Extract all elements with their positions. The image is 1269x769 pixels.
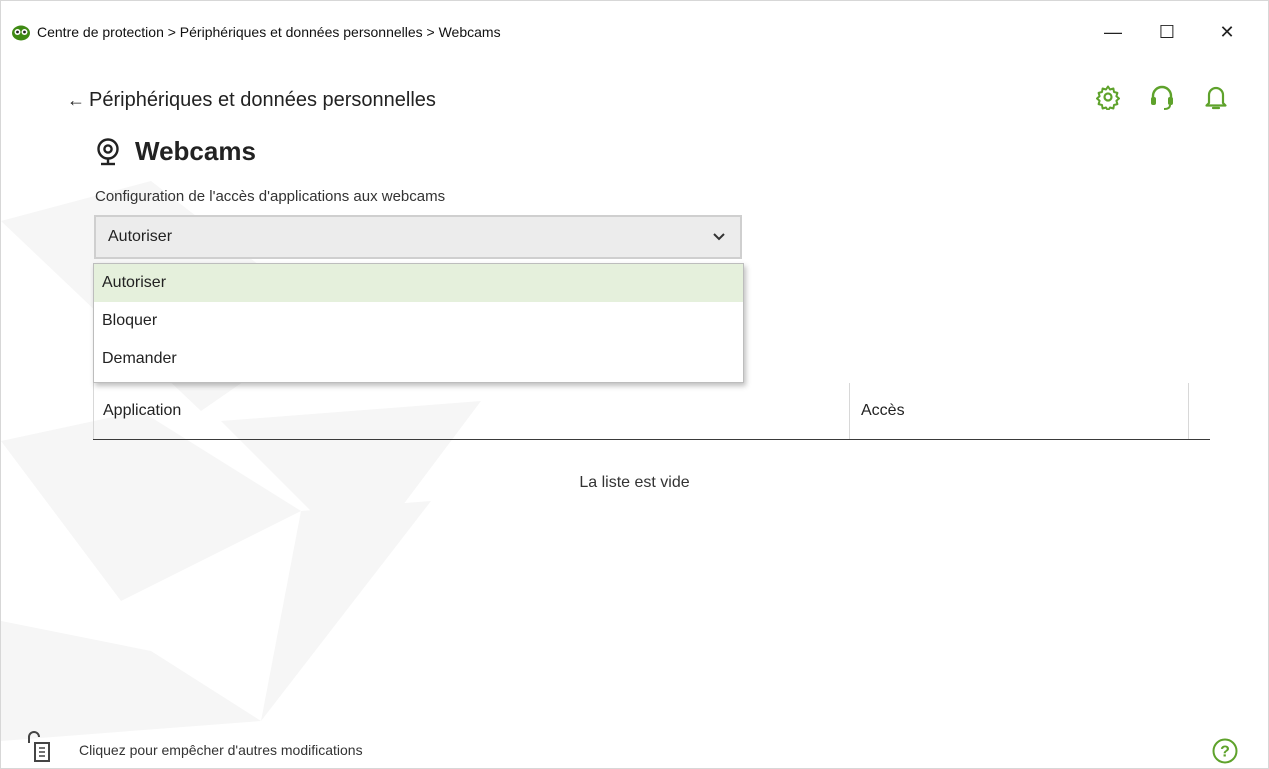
webcam-icon [97, 137, 119, 165]
access-config-label: Configuration de l'accès d'applications … [95, 188, 446, 205]
access-select-value: Autoriser [108, 228, 173, 245]
access-select[interactable]: Autoriser [94, 215, 742, 259]
app-window: Centre de protection > Périphériques et … [0, 0, 1269, 769]
header-toolbar [1094, 83, 1230, 111]
option-demander[interactable]: Demander [94, 340, 743, 378]
option-bloquer[interactable]: Bloquer [94, 302, 743, 340]
column-separator [93, 383, 94, 439]
column-separator[interactable] [1188, 383, 1189, 439]
applications-table: Application Accès [93, 383, 1210, 440]
close-button[interactable]: ✕ [1210, 17, 1244, 47]
page-title: Webcams [135, 136, 256, 166]
maximize-button[interactable]: ☐ [1150, 17, 1184, 47]
window-title: Centre de protection > Périphériques et … [37, 24, 501, 40]
bell-icon[interactable] [1202, 83, 1230, 111]
minimize-button[interactable]: — [1096, 17, 1130, 47]
column-header-application[interactable]: Application [103, 383, 181, 439]
help-icon[interactable]: ? [1212, 738, 1238, 764]
gear-icon[interactable] [1094, 83, 1122, 111]
column-separator[interactable] [849, 383, 850, 439]
page-heading: Webcams [95, 136, 256, 167]
help-glyph: ? [1220, 744, 1230, 761]
title-bar: Centre de protection > Périphériques et … [1, 1, 1268, 65]
empty-list-text: La liste est vide [579, 474, 690, 491]
lock-settings-link[interactable]: Cliquez pour empêcher d'autres modificat… [79, 742, 363, 758]
chevron-down-icon [713, 233, 725, 241]
column-header-acces[interactable]: Accès [861, 383, 905, 439]
option-autoriser[interactable]: Autoriser [94, 264, 743, 302]
back-link-label: Périphériques et données personnelles [89, 89, 436, 111]
headset-support-icon[interactable] [1148, 83, 1176, 111]
app-logo-icon [12, 25, 30, 41]
back-arrow-icon: ← [67, 90, 85, 110]
lock-icon[interactable] [25, 729, 65, 763]
access-dropdown-menu: Autoriser Bloquer Demander [93, 263, 744, 383]
back-link[interactable]: ← Périphériques et données personnelles [67, 89, 436, 112]
